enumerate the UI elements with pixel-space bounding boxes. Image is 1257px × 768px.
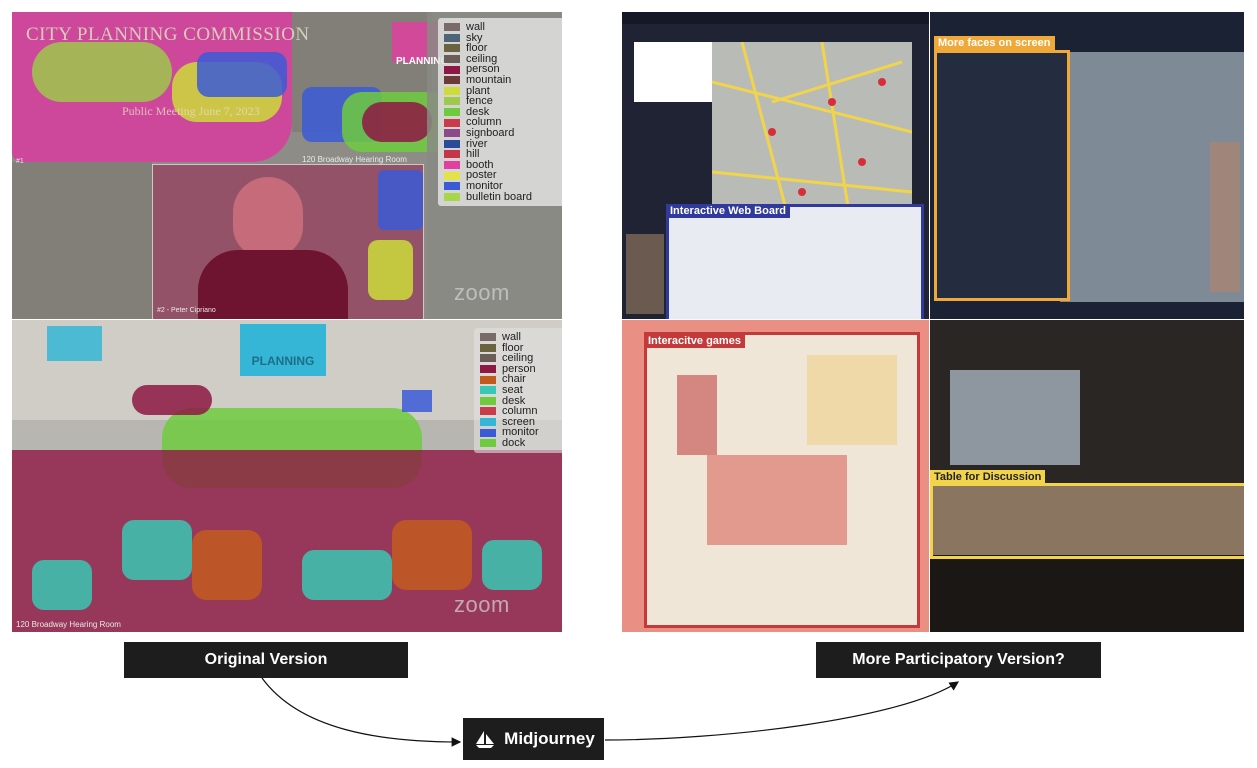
midjourney-box: Midjourney — [463, 718, 604, 760]
sailboat-icon — [476, 731, 495, 748]
flow-arrows — [261, 677, 960, 747]
arrow-midjourney-to-participatory — [604, 681, 960, 741]
midjourney-label: Midjourney — [504, 729, 595, 748]
arrow-original-to-midjourney — [261, 677, 462, 747]
